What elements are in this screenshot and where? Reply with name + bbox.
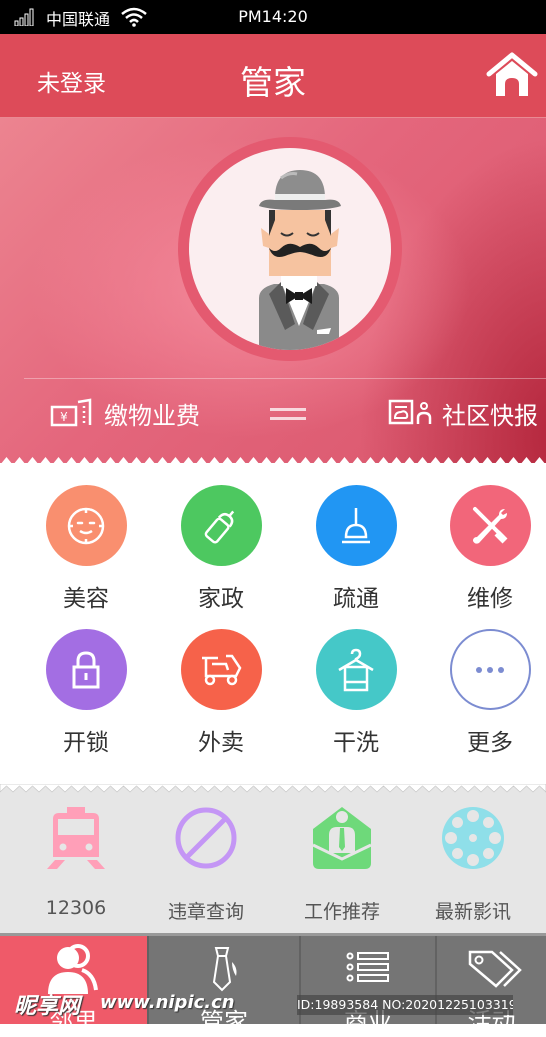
lock-icon (45, 629, 127, 710)
quick-link-label: 最新影讯 (434, 901, 511, 923)
service-label: 外卖 (198, 730, 244, 756)
avatar[interactable] (189, 148, 391, 350)
butler-avatar-icon (259, 170, 341, 350)
service-unlock[interactable]: 开锁 (26, 629, 146, 757)
film-reel-icon (442, 807, 504, 869)
job-envelope-icon (312, 807, 372, 869)
service-label: 开锁 (63, 730, 109, 756)
service-housekeeping[interactable]: 家政 (161, 485, 281, 613)
scooter-icon (180, 629, 262, 710)
quick-links-bar: 12306 违章查询 工作推荐 最新影讯 (0, 784, 546, 933)
property-fee-label: 缴物业费 (104, 401, 200, 430)
service-takeout[interactable]: 外卖 (161, 629, 281, 757)
services-grid: 美容 家政 疏通 维修 开锁 外卖 干洗 更多 (0, 470, 546, 790)
svg-text:¥: ¥ (60, 410, 68, 424)
train-icon (47, 807, 105, 869)
service-label: 维修 (467, 586, 513, 612)
service-label: 美容 (63, 586, 109, 612)
quick-link-violation[interactable]: 违章查询 (141, 805, 271, 924)
tag-icon (468, 950, 522, 988)
tie-icon (212, 947, 237, 992)
home-icon[interactable] (486, 52, 538, 98)
status-bar: 中国联通 PM14:20 (0, 0, 546, 34)
hanger-icon (315, 629, 397, 710)
hero-banner: ¥ 缴物业费 社区快报 (0, 118, 546, 465)
service-drain[interactable]: 疏通 (296, 485, 416, 613)
property-fee-link[interactable]: ¥ 缴物业费 (50, 393, 200, 433)
watermark-site: 昵享网 (14, 994, 81, 1019)
app-header: 未登录 管家 (0, 34, 546, 118)
face-mask-icon (45, 485, 127, 566)
quick-link-12306[interactable]: 12306 (11, 805, 141, 919)
service-repair[interactable]: 维修 (430, 485, 546, 613)
avatar-ring (178, 137, 402, 361)
watermark-id: ID:19893584 NO:20201225103319141393 (297, 995, 513, 1015)
menu-lines-icon[interactable] (270, 408, 306, 422)
quick-link-label: 工作推荐 (303, 901, 380, 923)
quick-link-label: 违章查询 (167, 901, 244, 923)
community-news-label: 社区快报 (442, 401, 538, 430)
service-dry-clean[interactable]: 干洗 (296, 629, 416, 757)
service-label: 更多 (467, 730, 513, 756)
quick-link-label: 12306 (45, 897, 107, 919)
clock: PM14:20 (238, 7, 308, 26)
zigzag-edge (0, 457, 546, 465)
hero-divider (24, 378, 546, 379)
login-button[interactable]: 未登录 (37, 64, 106, 98)
property-fee-icon: ¥ (50, 398, 92, 427)
quick-link-movies[interactable]: 最新影讯 (408, 805, 538, 924)
prohibited-icon (175, 807, 237, 869)
community-news-link[interactable]: 社区快报 (388, 393, 538, 433)
more-icon (449, 629, 531, 710)
list-icon (346, 952, 389, 982)
cleaning-bottle-icon (180, 485, 262, 566)
service-label: 家政 (198, 586, 244, 612)
quick-link-jobs[interactable]: 工作推荐 (277, 805, 407, 924)
zigzag-edge (0, 784, 546, 793)
community-news-icon (388, 399, 432, 425)
plunger-icon (315, 485, 397, 566)
service-label: 干洗 (333, 730, 379, 756)
service-beauty[interactable]: 美容 (26, 485, 146, 613)
service-label: 疏通 (333, 586, 379, 612)
tools-icon (449, 485, 531, 566)
watermark-url: www.nipic.cn (100, 992, 235, 1013)
service-more[interactable]: 更多 (430, 629, 546, 757)
